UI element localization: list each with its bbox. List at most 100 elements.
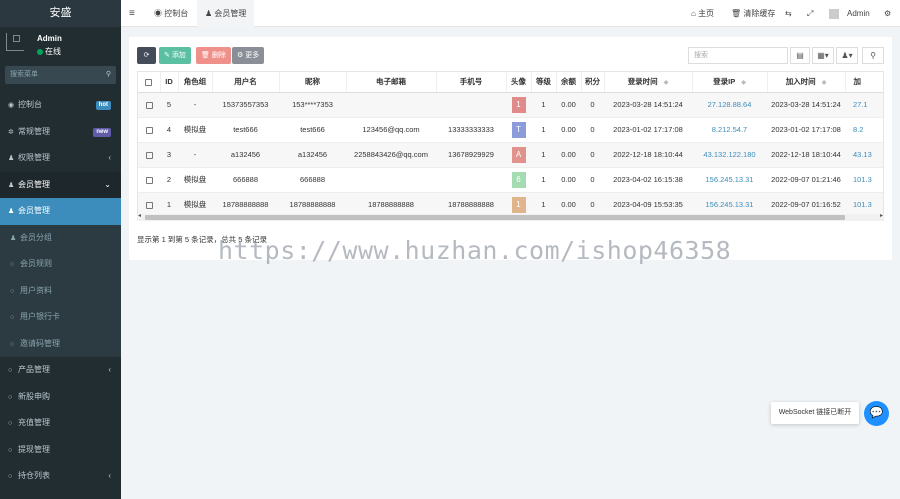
circle-icon: ○ <box>10 287 15 295</box>
table-cell-score: 0 <box>581 117 604 143</box>
sidebar-item-auth[interactable]: ♟ 权限管理 ‹ <box>0 145 121 172</box>
row-checkbox[interactable] <box>138 167 160 193</box>
sidebar-item-member-manage[interactable]: ♟ 会员管理 <box>0 198 121 225</box>
sidebar-item-invite-code[interactable]: ○ 邀请码管理 <box>0 330 121 357</box>
table-row[interactable]: 5-15373557353 153****7353 1 1 0.00 0 2023-03-2… <box>138 92 883 118</box>
column-header[interactable]: 登录时间 ◆ <box>604 72 693 93</box>
table-cell-email: 2258843426@qq.com <box>346 142 436 168</box>
table-row[interactable]: 3- a132456 a132456 2258843426@qq.com 1367892… <box>138 142 883 168</box>
chevron-left-icon: ‹ <box>108 153 111 162</box>
member-table: ID 角色组 用户名 昵称 电子邮箱 手机号 头像 等级 余额 积分 登录时间 ◆… <box>137 71 884 219</box>
table-cell-jointime: 2022-09-07 01:21:46 <box>767 167 845 193</box>
table-cell-loginip[interactable]: 27.128.88.64 <box>692 92 767 118</box>
export-icon[interactable]: ♟▾ <box>836 47 858 64</box>
language-icon[interactable]: ⇆ <box>785 0 792 27</box>
table-cell-joinip[interactable]: 8.2 <box>845 117 883 143</box>
home-link[interactable]: ⌂ 主页 <box>691 0 714 27</box>
add-button[interactable]: ✎ 添加 <box>159 47 191 64</box>
sidebar-item-member[interactable]: ♟ 会员管理 ⌄ <box>0 171 121 198</box>
table-cell-phone: 13678929929 <box>436 142 506 168</box>
horizontal-scrollbar[interactable]: ◂ ▸ <box>137 212 884 221</box>
circle-icon: ○ <box>8 367 13 374</box>
search-icon[interactable]: ⚲ <box>106 66 111 84</box>
sidebar-item-positions[interactable]: ○ 持仓列表 ‹ <box>0 463 121 490</box>
column-header[interactable]: 加入时间 ◆ <box>767 72 846 93</box>
column-header[interactable]: 积分 <box>581 72 605 93</box>
sidebar-item-bank-card[interactable]: ○ 用户银行卡 <box>0 304 121 331</box>
advanced-search-icon[interactable]: ⚲ <box>862 47 884 64</box>
table-search-input[interactable]: 搜索 <box>688 47 788 64</box>
table-cell-loginip[interactable]: 156.245.13.31 <box>692 167 767 193</box>
table-cell-joinip[interactable]: 43.13 <box>845 142 883 168</box>
chat-icon[interactable]: 💬 <box>864 401 889 426</box>
toggle-view-icon[interactable]: ▤ <box>790 47 810 64</box>
sidebar-item-withdraw[interactable]: ○ 提现管理 <box>0 437 121 464</box>
sidebar-item-user-profile[interactable]: ○ 用户资料 <box>0 277 121 304</box>
columns-icon[interactable]: ▦▾ <box>812 47 834 64</box>
table-cell-score: 0 <box>581 142 604 168</box>
row-checkbox[interactable] <box>138 142 160 168</box>
table-cell-level: 1 <box>531 117 556 143</box>
refresh-button[interactable]: ⟳ <box>137 47 156 64</box>
column-header[interactable]: 用户名 <box>212 72 280 93</box>
delete-button[interactable]: 🗑 删除 <box>196 47 231 64</box>
table-cell-username: a132456 <box>212 142 279 168</box>
trash-icon: 🗑 <box>201 52 212 59</box>
app-logo[interactable]: 安盛 <box>0 0 121 27</box>
scroll-thumb[interactable] <box>145 215 845 220</box>
tab-member[interactable]: ♟ 会员管理 <box>197 0 255 27</box>
column-header[interactable]: 角色组 <box>178 72 213 93</box>
column-header[interactable]: ID <box>160 72 179 93</box>
table-cell-joinip[interactable]: 27.1 <box>845 92 883 118</box>
sort-icon: ◆ <box>741 80 746 87</box>
avatar-badge: 1 <box>511 196 526 213</box>
table-cell-loginip[interactable]: 43.132.122.180 <box>692 142 767 168</box>
column-header[interactable]: 余额 <box>556 72 582 93</box>
watermark: https://www.huzhan.com/ishop46358 <box>218 236 732 265</box>
table-row[interactable]: 4 模拟盘 test666 test666 123456@qq.com 133333333… <box>138 117 883 143</box>
circle-icon: ○ <box>10 314 15 321</box>
more-button[interactable]: ⚙ 更多 <box>232 47 265 64</box>
content-panel: ⟳ ✎ 添加 🗑 删除 ⚙ 更多 搜索 ▤ ▦▾ ♟▾ ⚲ ID 角色组 用户名… <box>129 37 892 260</box>
table-row[interactable]: 2 模拟盘 666888 666888 6 1 0.00 0 2023-04-02 16:15:… <box>138 167 883 193</box>
scroll-left-icon[interactable]: ◂ <box>138 212 141 219</box>
menu-toggle-icon[interactable]: ≡ <box>129 0 135 27</box>
table-cell-loginip[interactable]: 8.212.54.7 <box>692 117 767 143</box>
admin-avatar[interactable] <box>829 0 840 27</box>
dashboard-icon: ◉ <box>8 102 15 109</box>
select-all-checkbox[interactable] <box>138 72 161 93</box>
column-header[interactable]: 头像 <box>506 72 532 93</box>
table-cell-phone <box>436 167 506 193</box>
column-header[interactable]: 昵称 <box>279 72 347 93</box>
topbar: ≡ ◉ 控制台 ♟ 会员管理 ⌂ 主页 🗑 清除缓存 ⇆ ⤢ Admin ⚙ <box>121 0 900 27</box>
settings-icon[interactable]: ⚙ <box>884 0 891 27</box>
fullscreen-icon[interactable]: ⤢ <box>807 0 813 27</box>
column-header[interactable]: 加 <box>845 72 883 93</box>
row-checkbox[interactable] <box>138 92 160 118</box>
table-cell-nickname: a132456 <box>279 142 346 168</box>
sidebar-item-recharge[interactable]: ○ 充值管理 <box>0 410 121 437</box>
clear-cache-link[interactable]: 🗑 清除缓存 <box>731 0 775 27</box>
column-header[interactable]: 电子邮箱 <box>346 72 437 93</box>
column-header[interactable]: 登录IP ◆ <box>692 72 768 93</box>
table-cell-avatar: 1 <box>506 92 531 118</box>
sidebar-item-member-group[interactable]: ♟ 会员分组 <box>0 224 121 251</box>
row-checkbox[interactable] <box>138 117 160 143</box>
sidebar-item-member-rule[interactable]: ○ 会员规则 <box>0 251 121 278</box>
avatar-badge: A <box>511 146 526 163</box>
scroll-right-icon[interactable]: ▸ <box>880 212 883 219</box>
sidebar-item-dashboard[interactable]: ◉ 控制台 hot <box>0 92 121 119</box>
tab-dashboard[interactable]: ◉ 控制台 <box>146 0 196 27</box>
sidebar-item-product[interactable]: ○ 产品管理 ‹ <box>0 357 121 384</box>
table-cell-score: 0 <box>581 92 604 118</box>
sidebar-search-input[interactable]: 搜索菜单 ⚲ <box>5 66 116 84</box>
table-cell-username: test666 <box>212 117 279 143</box>
sidebar-item-general[interactable]: ✲ 常规管理 new <box>0 119 121 146</box>
avatar-badge: 1 <box>511 96 526 113</box>
table-cell-joinip[interactable]: 101.3 <box>845 167 883 193</box>
user-icon: ♟ <box>205 9 215 18</box>
column-header[interactable]: 手机号 <box>436 72 507 93</box>
sidebar-item-ipo[interactable]: ○ 新股申购 <box>0 384 121 411</box>
admin-menu[interactable]: Admin <box>847 0 870 27</box>
column-header[interactable]: 等级 <box>531 72 557 93</box>
